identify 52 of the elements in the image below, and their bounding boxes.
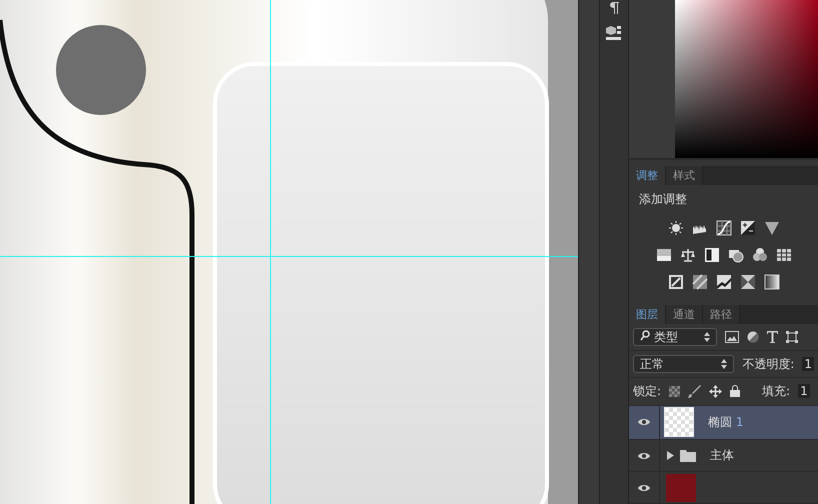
opacity-field[interactable]: 1: [802, 357, 814, 372]
layer-thumbnail: [664, 407, 694, 438]
scales-icon[interactable]: [680, 246, 696, 262]
half-circle-icon[interactable]: [747, 331, 759, 344]
panel-heading: 添加调整: [639, 191, 688, 208]
lock-icon[interactable]: [730, 385, 740, 398]
fill-label: 填充:: [762, 382, 790, 400]
hourglass-square-icon[interactable]: [740, 274, 756, 290]
panel-tab[interactable]: 样式: [666, 166, 703, 185]
eye-icon[interactable]: [637, 482, 651, 493]
panel-tab[interactable]: 路径: [703, 305, 740, 324]
move-icon[interactable]: [709, 384, 722, 398]
search-icon: [640, 330, 650, 341]
up-down-arrows-icon: [721, 359, 728, 370]
eye-icon[interactable]: [637, 450, 651, 461]
grid-icon[interactable]: [776, 246, 792, 262]
collapsed-triangle-icon[interactable]: [666, 451, 674, 460]
layer-thumbnail: [666, 474, 696, 502]
slashed-square-icon[interactable]: [668, 274, 684, 290]
curves-icon[interactable]: [716, 220, 732, 236]
cube-icon[interactable]: [604, 24, 623, 42]
panel-tab[interactable]: 调整: [629, 166, 666, 185]
text-icon[interactable]: [767, 331, 778, 344]
checker-icon[interactable]: [669, 386, 680, 397]
folder-icon: [680, 450, 696, 462]
gradient-bar-icon[interactable]: [656, 246, 672, 262]
image-icon[interactable]: [725, 331, 739, 344]
color-picker-field[interactable]: [675, 0, 818, 158]
layer-row[interactable]: 主体: [629, 440, 818, 472]
shape-icon[interactable]: [786, 331, 798, 344]
exposure-icon[interactable]: [740, 220, 756, 236]
gradient-square-icon[interactable]: [764, 274, 780, 290]
filter-dropdown[interactable]: 类型: [633, 328, 717, 346]
striped-square-icon[interactable]: [692, 274, 708, 290]
zigzag-square-icon[interactable]: [716, 274, 732, 290]
layer-row[interactable]: 椭圆 1: [629, 406, 818, 440]
lock-label: 锁定:: [633, 382, 662, 400]
fill-field[interactable]: 1: [798, 384, 810, 398]
panel-tab[interactable]: 通道: [666, 305, 703, 324]
layer-name[interactable]: 椭圆 1: [708, 414, 744, 431]
up-down-arrows-icon: [704, 332, 710, 342]
panel-tab[interactable]: 图层: [629, 305, 666, 324]
brightness-icon[interactable]: [668, 220, 684, 236]
half-square-icon[interactable]: [704, 246, 720, 262]
triangle-icon[interactable]: [764, 220, 780, 236]
circles-icon[interactable]: [752, 246, 768, 262]
paragraph-icon[interactable]: [608, 2, 619, 14]
blend-mode-dropdown[interactable]: 正常: [633, 355, 734, 374]
eye-icon[interactable]: [637, 417, 651, 428]
brush-icon[interactable]: [688, 384, 702, 398]
layer-name[interactable]: 主体: [710, 447, 734, 464]
opacity-label: 不透明度:: [742, 356, 794, 373]
